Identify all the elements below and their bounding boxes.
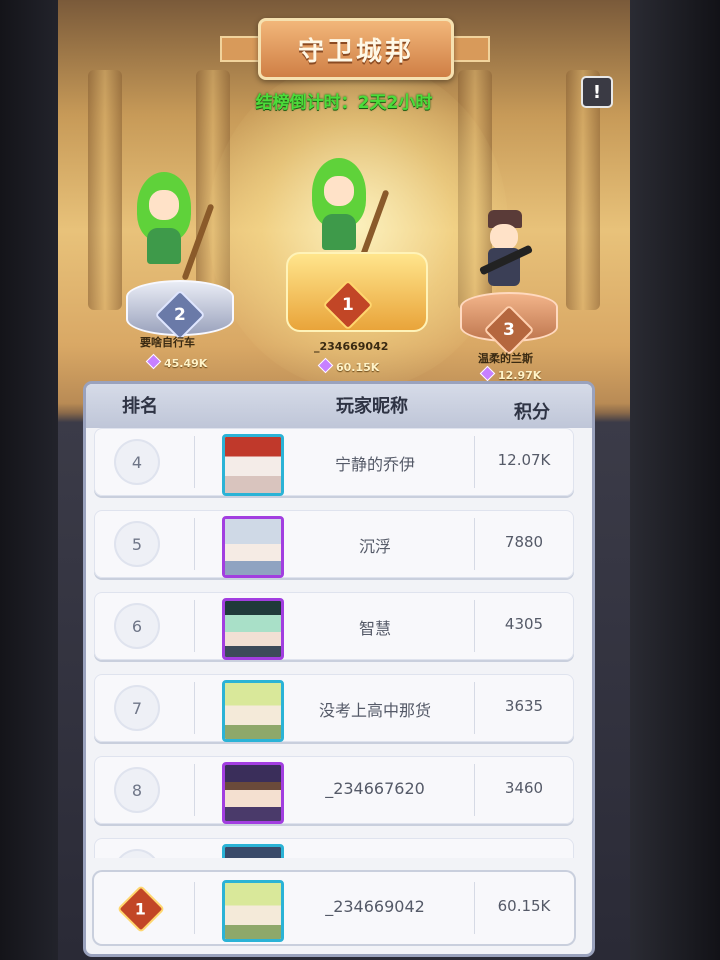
rank-number: 4	[114, 439, 160, 485]
player-name: _234667620	[325, 779, 425, 798]
game-screen: 守卫城邦 结榜倒计时：2天2小时 ! 2 1 3 要啥自行车 45.49K _2…	[58, 0, 630, 960]
gem-icon	[145, 353, 162, 370]
monitor-bezel-left	[0, 0, 58, 960]
podium-score-rank-2: 45.49K	[145, 353, 207, 370]
rank-number: 8	[114, 767, 160, 813]
avatar[interactable]	[222, 598, 284, 660]
podium-name-rank-3: 温柔的兰斯	[478, 352, 533, 365]
exclamation-icon: !	[592, 81, 602, 103]
table-row[interactable]	[94, 838, 574, 858]
rank-number: 5	[114, 521, 160, 567]
row-divider	[194, 436, 195, 488]
row-divider	[474, 682, 475, 734]
table-row[interactable]: 8 _234667620 3460	[94, 756, 574, 824]
player-name: 智慧	[358, 619, 391, 638]
row-divider	[474, 436, 475, 488]
row-divider	[194, 600, 195, 652]
table-row[interactable]: 5 沉浮 7880	[94, 510, 574, 578]
countdown-text: 结榜倒计时：2天2小时	[255, 93, 433, 113]
table-row[interactable]: 7 没考上高中那货 3635	[94, 674, 574, 742]
player-score: 7880	[504, 533, 544, 551]
player-name: _234669042	[325, 897, 425, 916]
row-divider	[474, 518, 475, 570]
avatar[interactable]	[222, 434, 284, 496]
row-divider	[194, 764, 195, 816]
gem-icon	[317, 357, 334, 374]
player-name: 沉浮	[358, 537, 391, 556]
avatar[interactable]	[222, 516, 284, 578]
row-divider	[194, 518, 195, 570]
info-button[interactable]: !	[581, 76, 613, 108]
row-divider	[474, 764, 475, 816]
podium-score-rank-3: 12.97K	[479, 365, 541, 382]
avatar[interactable]	[222, 844, 284, 858]
page-title: 守卫城邦	[297, 36, 414, 67]
row-divider	[474, 600, 475, 652]
player-score: 3460	[504, 779, 544, 797]
ranking-table: 排名 玩家昵称 积分 4 宁静的乔伊 12.07K 5 沉浮 7880 6 智慧…	[86, 384, 592, 954]
monitor-bezel-right	[630, 0, 720, 960]
table-header: 排名 玩家昵称 积分	[86, 384, 592, 428]
row-divider	[194, 682, 195, 734]
player-name: 没考上高中那货	[318, 701, 431, 720]
table-row[interactable]: 4 宁静的乔伊 12.07K	[94, 428, 574, 496]
podium-name-rank-2: 要啥自行车	[140, 336, 195, 349]
header-rank: 排名	[122, 396, 158, 417]
avatar[interactable]	[222, 762, 284, 824]
player-score: 3635	[504, 697, 544, 715]
rank-number: 7	[114, 685, 160, 731]
ranking-list[interactable]: 4 宁静的乔伊 12.07K 5 沉浮 7880 6 智慧 4305 7 没考上…	[86, 428, 592, 858]
gem-icon	[479, 365, 496, 382]
player-score: 4305	[504, 615, 544, 633]
player-score: 60.15K	[497, 897, 551, 915]
rank-number: 6	[114, 603, 160, 649]
podium-score-rank-1: 60.15K	[317, 357, 379, 374]
avatar[interactable]	[222, 880, 284, 942]
header-score: 积分	[514, 402, 550, 423]
podium-name-rank-1: _234669042	[314, 340, 389, 353]
my-rank-row[interactable]: 1 _234669042 60.15K	[94, 872, 574, 944]
rank-number	[114, 849, 160, 858]
player-name: 宁静的乔伊	[334, 455, 415, 474]
player-score: 12.07K	[497, 451, 551, 469]
title-banner: 守卫城邦	[258, 18, 454, 80]
header-name: 玩家昵称	[336, 396, 408, 417]
table-row[interactable]: 6 智慧 4305	[94, 592, 574, 660]
row-divider	[474, 882, 475, 934]
row-divider	[194, 882, 195, 934]
avatar[interactable]	[222, 680, 284, 742]
rank-1-medal-icon: 1	[116, 884, 166, 934]
